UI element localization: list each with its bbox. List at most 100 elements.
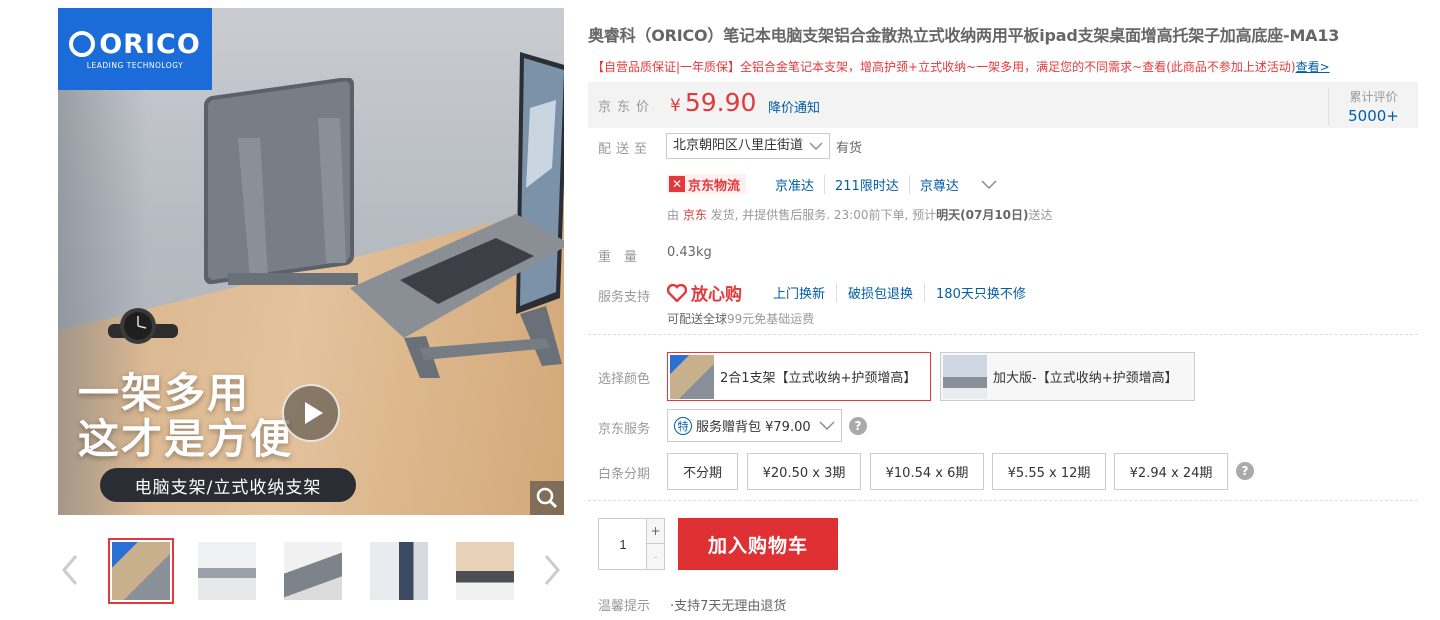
price-value: ¥59.90 xyxy=(670,88,756,117)
tips-label: 温馨提示 xyxy=(598,599,651,614)
thumbnail-4[interactable] xyxy=(366,538,432,604)
watch-illustration xyxy=(108,308,178,344)
color-thumb xyxy=(670,354,714,399)
service-link-damage[interactable]: 破损包退换 xyxy=(836,283,924,302)
color-option-large[interactable]: 加大版-【立式收纳+护颈增高】 xyxy=(940,352,1195,401)
thumbnail-row xyxy=(108,538,518,604)
installment-option-3[interactable]: ¥20.50 x 3期 xyxy=(747,453,861,490)
jd-logistics-icon: ✕ xyxy=(669,176,685,192)
price-drop-notify-link[interactable]: 降价通知 xyxy=(768,97,820,116)
installment-label: 白条分期 xyxy=(598,467,651,482)
address-text: 北京朝阳区八里庄街道 xyxy=(673,138,804,153)
quantity-plus-button[interactable]: + xyxy=(646,519,664,544)
logo-text: ORICO xyxy=(99,28,201,60)
headline-line-2: 这才是方便 xyxy=(78,415,293,463)
divider xyxy=(588,500,1418,501)
color-option-label: 加大版-【立式收纳+护颈增高】 xyxy=(993,371,1178,386)
logo-tagline: LEADING TECHNOLOGY xyxy=(86,60,184,70)
seller-name: 京东 xyxy=(682,208,707,222)
thumb-next-button[interactable] xyxy=(540,552,564,588)
installment-option-none[interactable]: 不分期 xyxy=(667,453,738,490)
image-subtitle-band: 电脑支架/立式收纳支架 xyxy=(100,468,356,502)
review-label: 累计评价 xyxy=(1349,90,1398,104)
service-links: 上门换新 破损包退换 180天只换不修 xyxy=(773,283,1037,302)
quantity-input[interactable] xyxy=(599,519,647,569)
thumbnail-image xyxy=(456,542,514,600)
installment-option-6[interactable]: ¥10.54 x 6期 xyxy=(870,453,984,490)
jd-service-label: 京东服务 xyxy=(598,422,651,437)
chevron-left-icon xyxy=(62,555,78,585)
color-option-label: 2合1支架【立式收纳+护颈增高】 xyxy=(720,371,917,386)
color-thumb xyxy=(943,354,987,399)
divider xyxy=(588,334,1418,335)
review-summary: 累计评价 5000+ xyxy=(1328,88,1418,125)
worry-free-badge: 放心购 xyxy=(667,280,742,305)
price-number: 59.90 xyxy=(684,88,757,117)
image-headline: 一架多用 这才是方便 xyxy=(78,370,293,462)
thumbnail-image xyxy=(198,542,256,600)
weight-label: 重 量 xyxy=(598,250,638,265)
logistics-link-jzd[interactable]: 京准达 xyxy=(775,175,824,194)
jd-logistics-text: 京东物流 xyxy=(688,178,741,194)
help-icon[interactable]: ? xyxy=(849,417,867,435)
jd-service-value: 服务赠背包 ¥79.00 xyxy=(696,420,811,435)
thumbnail-1[interactable] xyxy=(108,538,174,604)
product-title: 奥睿科（ORICO）笔记本电脑支架铝合金散热立式收纳两用平板ipad支架桌面增高… xyxy=(588,26,1340,45)
help-icon[interactable]: ? xyxy=(1236,462,1254,480)
laptop-on-stand-illustration xyxy=(350,52,564,378)
quantity-minus-button[interactable]: - xyxy=(646,544,664,569)
ship-suffix: 送达 xyxy=(1028,208,1053,222)
tips-text: ·支持7天无理由退货 xyxy=(670,599,787,614)
logistics-link-211[interactable]: 211限时达 xyxy=(824,175,909,194)
play-video-button[interactable] xyxy=(282,384,340,442)
chevron-down-icon[interactable] xyxy=(981,179,997,191)
free-ship-prefix: 可配送全球 xyxy=(667,312,728,326)
logo-wordmark: ORICO xyxy=(69,29,201,60)
free-ship-text: 99元免基础运费 xyxy=(727,312,815,326)
color-option-2in1[interactable]: 2合1支架【立式收纳+护颈增高】 xyxy=(667,352,931,401)
chevron-right-icon xyxy=(544,555,560,585)
brand-logo: ORICO LEADING TECHNOLOGY xyxy=(58,8,212,90)
thumb-prev-button[interactable] xyxy=(58,552,82,588)
installment-option-24[interactable]: ¥2.94 x 24期 xyxy=(1114,453,1228,490)
shipping-note: 由 京东 发货, 并提供售后服务. 23:00前下单, 预计明天(07月10日)… xyxy=(667,206,1053,223)
chevron-down-icon xyxy=(819,421,835,430)
service-link-180day[interactable]: 180天只换不修 xyxy=(924,283,1037,302)
logistics-link-jzund[interactable]: 京尊达 xyxy=(908,175,969,194)
delivery-label: 配送至 xyxy=(598,142,653,157)
promo-body: 【自营品质保证|一年质保】全铝合金笔记本支架，增高护颈+立式收纳~一架多用，满足… xyxy=(592,60,1296,74)
promo-text: 【自营品质保证|一年质保】全铝合金笔记本支架，增高护颈+立式收纳~一架多用，满足… xyxy=(592,58,1330,75)
jd-logistics-badge: ✕ 京东物流 xyxy=(667,174,747,194)
thumbnail-image xyxy=(370,542,428,600)
ship-prefix: 由 xyxy=(667,208,683,222)
ship-mid: 发货, 并提供售后服务. 23:00前下单, 预计 xyxy=(706,208,937,222)
currency-symbol: ¥ xyxy=(670,96,681,116)
headline-line-1: 一架多用 xyxy=(78,369,250,417)
price-box: 京东价 ¥59.90 降价通知 累计评价 5000+ xyxy=(588,82,1418,128)
installment-option-12[interactable]: ¥5.55 x 12期 xyxy=(992,453,1106,490)
thumbnail-image xyxy=(112,542,170,600)
thumbnail-2[interactable] xyxy=(194,538,260,604)
logo-ring-icon xyxy=(69,31,96,57)
color-label: 选择颜色 xyxy=(598,372,651,387)
review-count-link[interactable]: 5000+ xyxy=(1329,107,1418,125)
stock-status: 有货 xyxy=(836,141,863,156)
main-product-image[interactable]: ORICO LEADING TECHNOLOGY 一架多用 这才是方便 电脑支架… xyxy=(58,8,564,515)
service-label: 服务支持 xyxy=(598,290,651,305)
add-to-cart-button[interactable]: 加入购物车 xyxy=(678,518,838,570)
logistics-links: 京准达 211限时达 京尊达 xyxy=(775,175,997,194)
jd-service-selector[interactable]: 特 服务赠背包 ¥79.00 xyxy=(667,409,842,442)
thumbnail-3[interactable] xyxy=(280,538,346,604)
quantity-stepper: + - xyxy=(598,518,665,570)
thumbnail-5[interactable] xyxy=(452,538,518,604)
zoom-button[interactable] xyxy=(530,481,564,515)
price-label: 京东价 xyxy=(598,100,656,115)
chevron-down-icon xyxy=(809,142,823,150)
heart-icon xyxy=(667,283,687,302)
address-selector[interactable]: 北京朝阳区八里庄街道 xyxy=(666,133,831,159)
special-badge-icon: 特 xyxy=(674,416,692,435)
zoom-icon xyxy=(536,487,558,509)
weight-value: 0.43kg xyxy=(667,245,712,260)
service-link-replace[interactable]: 上门换新 xyxy=(773,283,836,302)
promo-view-link[interactable]: 查看> xyxy=(1296,60,1330,74)
